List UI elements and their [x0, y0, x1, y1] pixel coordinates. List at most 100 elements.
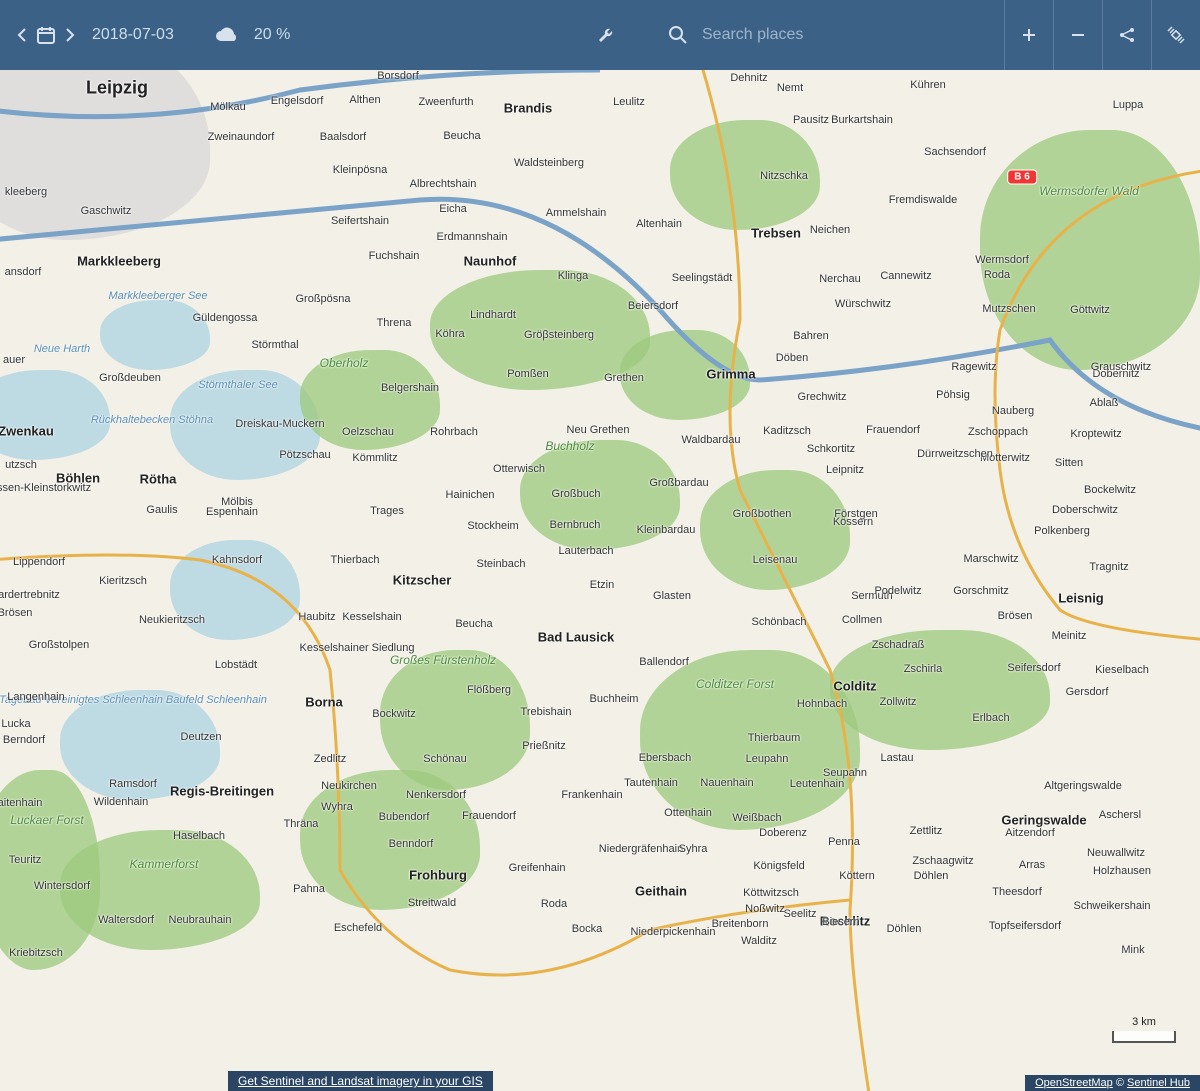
attr-osm-link[interactable]: OpenStreetMap [1035, 1077, 1113, 1089]
place-label: Großdeuben [99, 372, 161, 384]
place-label: Hainichen [446, 489, 495, 501]
place-label: Kitzscher [393, 573, 452, 588]
place-label: Gersdorf [1066, 686, 1109, 698]
place-label: Topfseifersdorf [989, 920, 1061, 932]
search-input[interactable] [700, 25, 924, 45]
place-label: Waldbardau [682, 434, 741, 446]
place-label: Kaditzsch [763, 425, 811, 437]
place-label: Geithain [635, 884, 687, 899]
place-label: Zschaagwitz [912, 855, 973, 867]
place-label: Neuwallwitz [1087, 847, 1145, 859]
forest-area [300, 770, 480, 910]
place-label: Beucha [455, 618, 492, 630]
place-label: Polkenberg [1034, 525, 1090, 537]
place-label: Böhlen [56, 471, 100, 486]
forest-area [300, 350, 440, 450]
place-label: Syhra [679, 843, 708, 855]
prev-date-button[interactable] [14, 27, 30, 43]
place-label: Dobernitz [1092, 368, 1139, 380]
forest-area [640, 650, 860, 830]
place-label: Rohrbach [430, 426, 478, 438]
place-label: Albrechtshain [410, 178, 477, 190]
right-toolbar [1004, 0, 1200, 70]
place-label: Espenhain [206, 506, 258, 518]
satellite-button[interactable] [1151, 0, 1200, 70]
attr-sentinelhub-link[interactable]: Sentinel Hub [1127, 1077, 1190, 1089]
map-canvas[interactable]: B 6 LeipzigMarkkleebergNaunhofBrandisGri… [0, 70, 1200, 1091]
cloud-coverage-group: 20 % [214, 26, 290, 44]
forest-area [670, 120, 820, 230]
place-label: Kieselbach [1095, 664, 1149, 676]
date-value[interactable]: 2018-07-03 [92, 26, 174, 44]
place-label: Niederpickenhain [631, 926, 716, 938]
place-label: Zschoppach [968, 426, 1028, 438]
place-label: Niedergräfenhain [599, 843, 683, 855]
place-label: Aschersl [1099, 809, 1141, 821]
attribution: OpenStreetMap © Sentinel Hub [1025, 1075, 1200, 1091]
wrench-icon[interactable] [596, 25, 616, 45]
place-label: Nauberg [992, 405, 1034, 417]
place-label: Eicha [439, 203, 467, 215]
place-label: Cannewitz [880, 270, 931, 282]
place-label: Seifertshain [331, 215, 389, 227]
place-label: Marschwitz [963, 553, 1018, 565]
lake [100, 300, 210, 370]
place-label: Frauendorf [866, 424, 920, 436]
place-label: Haubitz [298, 611, 335, 623]
place-label: Döhlen [914, 870, 949, 882]
cloud-percentage[interactable]: 20 % [254, 26, 290, 44]
calendar-icon[interactable] [36, 25, 56, 45]
place-label: Greifenhain [509, 862, 566, 874]
place-label: Buchheim [590, 693, 639, 705]
place-label: Ragewitz [951, 361, 996, 373]
place-label: Kleinpösna [333, 164, 387, 176]
lake [0, 370, 110, 460]
place-label: Kömmlitz [352, 452, 397, 464]
place-label: Altgeringswalde [1044, 780, 1122, 792]
place-label: Althen [349, 94, 380, 106]
place-label: Würschwitz [835, 298, 891, 310]
place-label: Sermuth [851, 590, 893, 602]
place-label: Luppa [1113, 99, 1144, 111]
place-label: Motterwitz [980, 452, 1030, 464]
forest-area [700, 470, 850, 590]
place-label: Borsdorf [377, 70, 419, 82]
gis-promo-link[interactable]: Get Sentinel and Landsat imagery in your… [228, 1071, 493, 1091]
next-date-button[interactable] [62, 27, 78, 43]
forest-area [980, 130, 1200, 370]
place-label: Threna [377, 317, 412, 329]
place-label: Dürrweitzschen [917, 448, 993, 460]
place-label: Eschefeld [334, 922, 382, 934]
place-label: Ablaß [1090, 397, 1119, 409]
zoom-in-button[interactable] [1004, 0, 1053, 70]
zoom-out-button[interactable] [1053, 0, 1102, 70]
place-label: Altenhain [636, 218, 682, 230]
place-label: Brandis [504, 101, 552, 116]
place-label: Pöhsig [936, 389, 970, 401]
place-label: Döhlen [887, 923, 922, 935]
place-label: Bockelwitz [1084, 484, 1136, 496]
place-label: Sitten [1055, 457, 1083, 469]
place-label: Leulitz [613, 96, 645, 108]
place-label: auer [3, 354, 25, 366]
place-label: Schweikershain [1073, 900, 1150, 912]
forest-area [620, 330, 750, 420]
place-label: Baalsdorf [320, 131, 366, 143]
place-label: Nemt [777, 82, 803, 94]
place-label: Fuchshain [369, 250, 420, 262]
place-label: Aitzendorf [1005, 827, 1055, 839]
place-label: Penna [828, 836, 860, 848]
place-label: Döben [776, 352, 808, 364]
place-label: Bahren [793, 330, 828, 342]
place-label: Gaulis [146, 504, 177, 516]
place-label: Bocka [572, 923, 603, 935]
search-icon[interactable] [668, 25, 688, 45]
place-label: Leipnitz [826, 464, 864, 476]
place-label: Beucha [443, 130, 480, 142]
share-button[interactable] [1102, 0, 1151, 70]
place-label: Berndorf [3, 734, 45, 746]
place-label: Arras [1019, 859, 1045, 871]
place-label: Seelingstädt [672, 272, 733, 284]
place-label: Schönbach [751, 616, 806, 628]
app-root: 2018-07-03 20 % [0, 0, 1200, 1091]
